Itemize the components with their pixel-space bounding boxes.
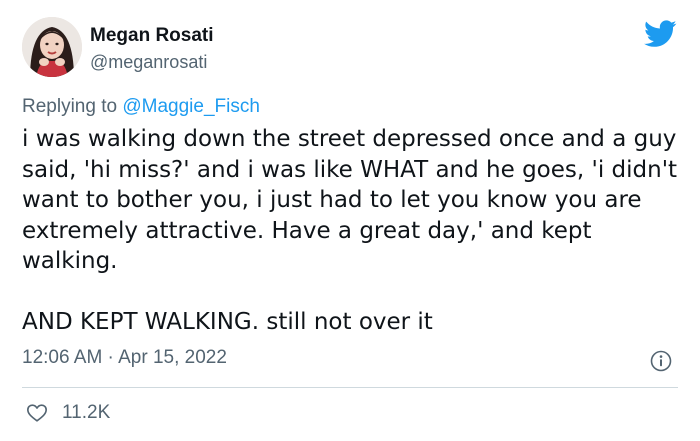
avatar[interactable] <box>22 17 82 77</box>
like-button[interactable]: 11.2K <box>26 400 110 426</box>
tweet-paragraph-1: i was walking down the street depressed … <box>22 126 678 274</box>
replying-to: Replying to @Maggie_Fisch <box>22 95 260 119</box>
tweet-paragraph-2: AND KEPT WALKING. still not over it <box>22 308 433 335</box>
info-icon[interactable] <box>650 350 672 372</box>
like-count: 11.2K <box>62 402 111 423</box>
tweet-timestamp[interactable]: 12:06 AM · Apr 15, 2022 <box>22 346 227 370</box>
replying-to-mention[interactable]: @Maggie_Fisch <box>122 96 260 117</box>
user-handle[interactable]: @meganrosati <box>90 51 214 73</box>
replying-to-label: Replying to <box>22 96 123 117</box>
display-name[interactable]: Megan Rosati <box>90 25 214 47</box>
tweet-time: 12:06 AM <box>22 347 103 368</box>
tweet-card: Megan Rosati @meganrosati Replying to @M… <box>0 0 700 441</box>
divider <box>22 387 678 388</box>
avatar-image <box>22 17 82 77</box>
author-info: Megan Rosati @meganrosati <box>90 25 214 73</box>
twitter-bird-icon[interactable] <box>644 20 677 48</box>
timestamp-separator: · <box>102 347 119 368</box>
tweet-text: i was walking down the street depressed … <box>22 124 687 337</box>
tweet-date: Apr 15, 2022 <box>118 347 227 368</box>
heart-icon <box>27 404 47 422</box>
